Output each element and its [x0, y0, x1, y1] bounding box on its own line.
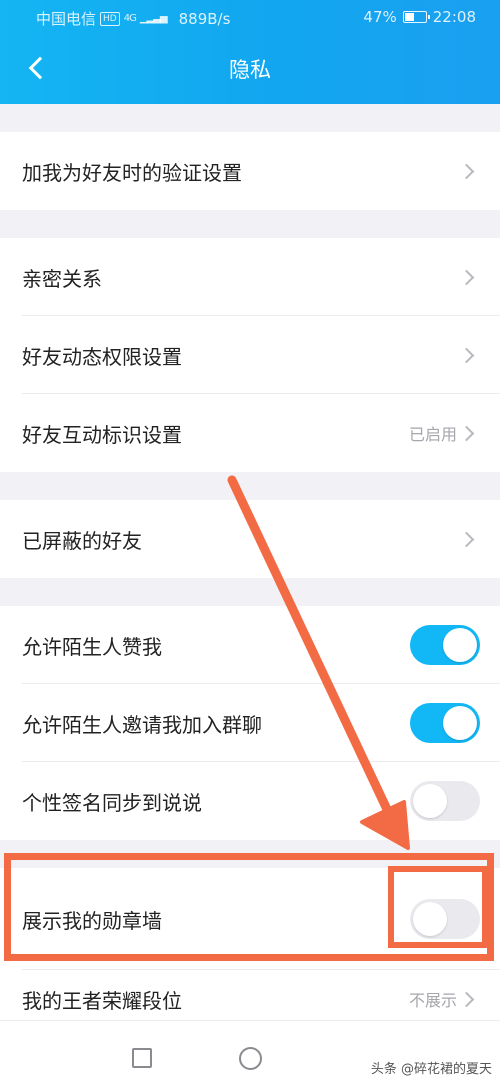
chevron-right-icon	[458, 531, 475, 547]
chevron-right-icon	[458, 991, 475, 1007]
chevron-right-icon	[458, 163, 475, 179]
row-label: 我的王者荣耀段位	[22, 988, 182, 1013]
signal-icon: ▁▂▃▅	[139, 13, 168, 24]
row-label: 亲密关系	[22, 266, 102, 291]
section-gap	[0, 210, 500, 238]
watermark: 头条 @碎花裙的夏天	[370, 1062, 492, 1077]
row-label: 个性签名同步到说说	[22, 790, 202, 815]
row-label: 已屏蔽的好友	[22, 528, 142, 553]
row-value: 不展示	[408, 991, 457, 1010]
battery-icon	[402, 11, 430, 23]
network-type: 4G	[123, 13, 137, 24]
row-label: 展示我的勋章墙	[22, 908, 162, 933]
recent-apps-icon[interactable]	[132, 1048, 152, 1068]
toggle-sync-signature[interactable]	[410, 781, 480, 821]
row-label: 加我为好友时的验证设置	[22, 160, 242, 185]
toggle-allow-stranger-invite[interactable]	[410, 703, 480, 743]
section-gap	[0, 578, 500, 606]
row-sync-signature: 个性签名同步到说说	[0, 762, 500, 840]
toggle-knob	[443, 706, 477, 740]
section-gap	[0, 104, 500, 132]
page-title: 隐私	[229, 58, 271, 82]
chevron-right-icon	[458, 269, 475, 285]
row-blocked-friends[interactable]: 已屏蔽的好友	[0, 500, 500, 578]
row-label: 好友互动标识设置	[22, 422, 182, 447]
toggle-knob	[443, 628, 477, 662]
row-feed-permission[interactable]: 好友动态权限设置	[0, 316, 500, 394]
toggle-knob	[413, 784, 447, 818]
carrier-name: 中国电信	[36, 10, 97, 28]
chevron-right-icon	[458, 425, 475, 441]
settings-list: 加我为好友时的验证设置 亲密关系 好友动态权限设置 好友互动标识设置 已启用 已…	[0, 104, 500, 1028]
toggle-allow-stranger-like[interactable]	[410, 625, 480, 665]
row-label: 允许陌生人赞我	[22, 634, 162, 659]
chevron-right-icon	[458, 347, 475, 363]
row-label: 允许陌生人邀请我加入群聊	[22, 712, 262, 737]
row-allow-stranger-like: 允许陌生人赞我	[0, 606, 500, 684]
row-label: 好友动态权限设置	[22, 344, 182, 369]
app-header: 中国电信 HD 4G ▁▂▃▅ 889B/s 47% 22:08 隐私	[0, 0, 500, 104]
section-gap	[0, 840, 500, 868]
status-bar: 中国电信 HD 4G ▁▂▃▅ 889B/s 47% 22:08	[0, 0, 500, 36]
row-medal-wall: 展示我的勋章墙	[0, 868, 500, 970]
battery-percent: 47%	[363, 8, 397, 26]
section-gap	[0, 472, 500, 500]
clock: 22:08	[432, 8, 476, 26]
row-intimate-relation[interactable]: 亲密关系	[0, 238, 500, 316]
row-allow-stranger-invite: 允许陌生人邀请我加入群聊	[0, 684, 500, 762]
hd-icon: HD	[100, 11, 120, 26]
home-icon[interactable]	[239, 1047, 262, 1070]
nav-bar: 隐私	[0, 40, 500, 100]
network-speed: 889B/s	[178, 9, 231, 28]
toggle-medal-wall[interactable]	[410, 899, 480, 939]
row-verify-settings[interactable]: 加我为好友时的验证设置	[0, 132, 500, 210]
row-interaction-mark[interactable]: 好友互动标识设置 已启用	[0, 394, 500, 472]
row-value: 已启用	[408, 425, 457, 444]
toggle-knob	[413, 902, 447, 936]
